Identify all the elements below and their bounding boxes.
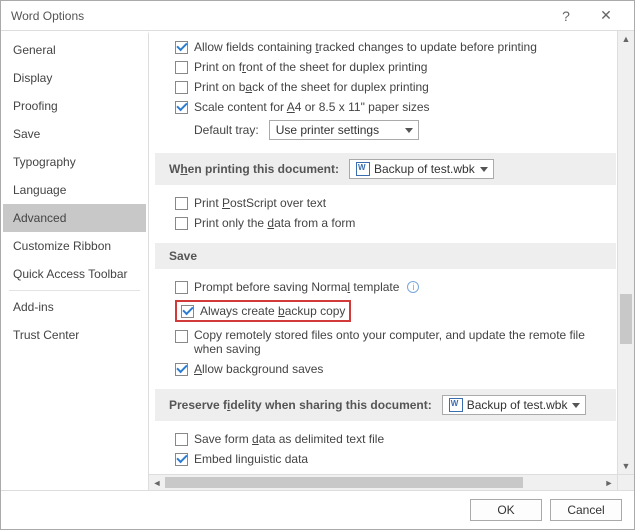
highlight-backup-copy: Always create backup copy — [175, 300, 351, 322]
opt-print-back: Print on back of the sheet for duplex pr… — [155, 77, 616, 97]
sidebar-divider — [9, 290, 140, 291]
section-when-printing: When printing this document: Backup of t… — [155, 153, 616, 185]
scroll-left-arrow-icon[interactable]: ◄ — [149, 475, 165, 490]
sidebar-item-add-ins[interactable]: Add-ins — [3, 293, 146, 321]
checkbox-print-front[interactable] — [175, 61, 188, 74]
checkbox-copy-remote[interactable] — [175, 330, 188, 343]
opt-postscript: Print PostScript over text — [155, 193, 616, 213]
section-fidelity-label: Preserve fidelity when sharing this docu… — [169, 398, 432, 412]
label-allow-bg: Allow background saves — [194, 362, 323, 376]
sidebar-item-display[interactable]: Display — [3, 64, 146, 92]
hscroll-track[interactable] — [165, 475, 601, 490]
vscroll-track[interactable] — [618, 47, 634, 458]
label-print-front: Print on front of the sheet for duplex p… — [194, 60, 427, 74]
scroll-corner — [617, 474, 634, 490]
section-when-printing-label: When printing this document: — [169, 162, 339, 176]
label-default-tray: Default tray: — [194, 123, 259, 137]
sidebar-item-customize-ribbon[interactable]: Customize Ribbon — [3, 232, 146, 260]
checkbox-postscript[interactable] — [175, 197, 188, 210]
content-area: Allow fields containing tracked changes … — [149, 31, 634, 490]
checkbox-save-form-data[interactable] — [175, 433, 188, 446]
word-doc-icon — [356, 162, 370, 176]
scroll-viewport: Allow fields containing tracked changes … — [155, 31, 616, 474]
hscroll-thumb[interactable] — [165, 477, 523, 488]
label-scale-content: Scale content for A4 or 8.5 x 11" paper … — [194, 100, 430, 114]
sidebar-item-typography[interactable]: Typography — [3, 148, 146, 176]
titlebar: Word Options ? ✕ — [1, 1, 634, 31]
dropdown-print-document[interactable]: Backup of test.wbk — [349, 159, 494, 179]
help-button[interactable]: ? — [546, 2, 586, 30]
word-doc-icon — [449, 398, 463, 412]
close-button[interactable]: ✕ — [586, 2, 626, 30]
opt-embed-linguistic: Embed linguistic data — [155, 449, 616, 469]
checkbox-backup-copy[interactable] — [181, 305, 194, 318]
label-print-back: Print on back of the sheet for duplex pr… — [194, 80, 429, 94]
dialog-body: General Display Proofing Save Typography… — [1, 31, 634, 491]
cancel-button[interactable]: Cancel — [550, 499, 622, 521]
checkbox-scale-content[interactable] — [175, 101, 188, 114]
opt-scale-content: Scale content for A4 or 8.5 x 11" paper … — [155, 97, 616, 117]
sidebar-item-advanced[interactable]: Advanced — [3, 204, 146, 232]
window-title: Word Options — [11, 9, 546, 23]
dropdown-print-document-value: Backup of test.wbk — [374, 162, 475, 176]
scroll-down-arrow-icon[interactable]: ▼ — [618, 458, 634, 474]
sidebar-item-quick-access[interactable]: Quick Access Toolbar — [3, 260, 146, 288]
opt-allow-bg: Allow background saves — [155, 359, 616, 379]
label-copy-remote: Copy remotely stored files onto your com… — [194, 328, 594, 356]
opt-print-front: Print on front of the sheet for duplex p… — [155, 57, 616, 77]
content-scroll: Allow fields containing tracked changes … — [149, 31, 634, 490]
dropdown-fidelity-document[interactable]: Backup of test.wbk — [442, 395, 587, 415]
label-postscript: Print PostScript over text — [194, 196, 326, 210]
dialog-footer: OK Cancel — [1, 491, 634, 529]
sidebar-item-save[interactable]: Save — [3, 120, 146, 148]
label-data-form: Print only the data from a form — [194, 216, 355, 230]
word-options-dialog: Word Options ? ✕ General Display Proofin… — [0, 0, 635, 530]
label-save-form-data: Save form data as delimited text file — [194, 432, 384, 446]
section-fidelity: Preserve fidelity when sharing this docu… — [155, 389, 616, 421]
scroll-up-arrow-icon[interactable]: ▲ — [618, 31, 634, 47]
label-backup-copy: Always create backup copy — [200, 304, 345, 318]
checkbox-prompt-normal[interactable] — [175, 281, 188, 294]
sidebar-item-trust-center[interactable]: Trust Center — [3, 321, 146, 349]
label-prompt-normal: Prompt before saving Normal template — [194, 280, 399, 294]
checkbox-allow-tracked[interactable] — [175, 41, 188, 54]
opt-copy-remote: Copy remotely stored files onto your com… — [155, 325, 616, 359]
checkbox-print-back[interactable] — [175, 81, 188, 94]
vertical-scrollbar[interactable]: ▲ ▼ — [617, 31, 634, 474]
opt-save-form-data: Save form data as delimited text file — [155, 429, 616, 449]
row-default-tray: Default tray: Use printer settings — [155, 117, 616, 143]
ok-button[interactable]: OK — [470, 499, 542, 521]
sidebar-item-proofing[interactable]: Proofing — [3, 92, 146, 120]
label-embed-linguistic: Embed linguistic data — [194, 452, 308, 466]
opt-backup-copy: Always create backup copy — [155, 297, 616, 325]
info-icon[interactable]: i — [407, 281, 419, 293]
dropdown-fidelity-document-value: Backup of test.wbk — [467, 398, 568, 412]
opt-data-form: Print only the data from a form — [155, 213, 616, 233]
horizontal-scrollbar[interactable]: ◄ ► — [149, 474, 617, 490]
scroll-right-arrow-icon[interactable]: ► — [601, 475, 617, 490]
sidebar-item-language[interactable]: Language — [3, 176, 146, 204]
dropdown-default-tray[interactable]: Use printer settings — [269, 120, 419, 140]
opt-allow-tracked: Allow fields containing tracked changes … — [155, 37, 616, 57]
checkbox-embed-linguistic[interactable] — [175, 453, 188, 466]
sidebar: General Display Proofing Save Typography… — [1, 31, 149, 490]
section-save: Save — [155, 243, 616, 269]
dropdown-default-tray-value: Use printer settings — [276, 123, 379, 137]
label-allow-tracked: Allow fields containing tracked changes … — [194, 40, 537, 54]
section-save-label: Save — [169, 249, 197, 263]
vscroll-thumb[interactable] — [620, 294, 632, 344]
opt-prompt-normal: Prompt before saving Normal template i — [155, 277, 616, 297]
sidebar-item-general[interactable]: General — [3, 36, 146, 64]
checkbox-data-form[interactable] — [175, 217, 188, 230]
checkbox-allow-bg[interactable] — [175, 363, 188, 376]
